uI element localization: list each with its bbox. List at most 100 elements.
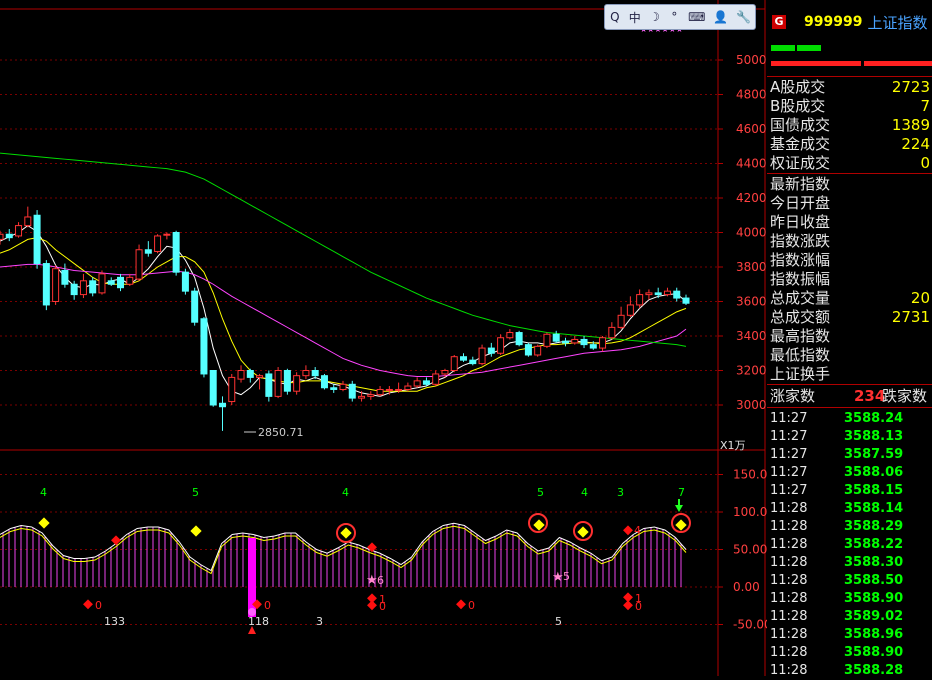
- candle-body: [24, 216, 32, 227]
- candle-body: [367, 394, 375, 397]
- moon-icon[interactable]: ☽: [649, 10, 661, 24]
- signal-diamond: [190, 525, 202, 537]
- row-value: 1389: [891, 116, 930, 134]
- candle-body: [302, 370, 310, 377]
- tick-row: 11:27 3588.15: [770, 482, 932, 500]
- row-value: 224: [901, 135, 930, 153]
- marker-label: 0: [635, 600, 642, 613]
- star-icon: ★: [552, 570, 564, 585]
- ind-tick-label: -50.00: [733, 618, 772, 632]
- y-tick-label: 4000: [736, 226, 767, 240]
- tick-row: 11:28 3588.50: [770, 572, 932, 590]
- tick-row: 11:28 3589.02: [770, 608, 932, 626]
- candle-body: [608, 326, 616, 339]
- signal-count: 5: [192, 486, 199, 499]
- tick-price: 3588.96: [844, 627, 904, 642]
- star-icon: ★: [366, 573, 378, 588]
- signal-count: 4: [40, 486, 47, 499]
- index-code: 999999: [804, 14, 863, 30]
- y-tick-label: 4400: [736, 157, 767, 171]
- tick-price: 3588.90: [844, 591, 904, 606]
- row-label: 总成交额: [770, 308, 831, 326]
- candle-body: [70, 283, 78, 296]
- g-badge[interactable]: G: [772, 15, 786, 29]
- index-row: 总成交额 2731: [770, 308, 932, 327]
- tick-price: 3588.24: [844, 411, 904, 426]
- marker-label: 0: [264, 599, 271, 612]
- keyboard-icon[interactable]: ⌨: [688, 10, 705, 24]
- indicator-panel: 150.00100.0050.000.00-50.004 5 4 5 4 3 7133 118…: [0, 25, 775, 634]
- candle-body: [626, 304, 634, 316]
- tick-price: 3588.22: [844, 537, 904, 552]
- candle-body: [89, 280, 97, 294]
- quote-panel: G 999999 上证指数 A股成交 2723 B股成交 7 国债成交 1389 基金成交 2…: [767, 10, 932, 678]
- candle-body: [144, 249, 152, 254]
- candle-body: [107, 280, 115, 285]
- tick-time: 11:28: [770, 573, 808, 588]
- pink-dot: [248, 608, 256, 616]
- unit-label: X1万: [720, 439, 746, 452]
- candle-body: [561, 340, 569, 344]
- candle-body: [126, 276, 134, 285]
- volume-row: 国债成交 1389: [770, 116, 932, 135]
- tick-time: 11:27: [770, 483, 808, 498]
- bottom-count: 5: [555, 615, 562, 628]
- y-tick-label: 3000: [736, 398, 767, 412]
- y-tick-label: 3200: [736, 364, 767, 378]
- volume-row: 基金成交 224: [770, 135, 932, 154]
- divider: [767, 384, 932, 385]
- candle-body: [432, 373, 440, 385]
- down-arrow-icon: [675, 505, 683, 512]
- y-tick-label: 3400: [736, 329, 767, 343]
- down-arrow-stem: [678, 499, 680, 505]
- y-tick-label: 4600: [736, 122, 767, 136]
- chart-toolbar: Q 中 ☽ ° ⌨ 👤 🔧: [604, 4, 756, 30]
- tick-price: 3589.02: [844, 609, 904, 624]
- query-button[interactable]: Q: [609, 10, 621, 24]
- row-label: 权证成交: [770, 154, 831, 172]
- candle-body: [348, 383, 356, 399]
- tick-row: 11:27 3588.13: [770, 428, 932, 446]
- y-tick-label: 5000: [736, 53, 767, 67]
- row-label: 国债成交: [770, 116, 831, 134]
- row-value: 20: [910, 289, 930, 307]
- candle-body: [358, 395, 366, 399]
- tick-price: 3588.90: [844, 645, 904, 660]
- signal-count: 4: [581, 486, 588, 499]
- user-icon[interactable]: 👤: [713, 10, 728, 24]
- candle-body: [15, 225, 23, 237]
- volume-row: A股成交 2723: [770, 78, 932, 97]
- candle-body: [265, 373, 273, 397]
- tick-price: 3588.13: [844, 429, 904, 444]
- ma-line-ma10: [0, 237, 687, 392]
- degree-icon[interactable]: °: [668, 10, 680, 24]
- candle-body: [283, 370, 291, 392]
- candle-body: [135, 249, 143, 280]
- candle-body: [52, 268, 60, 303]
- panel-header: G 999999 上证指数: [767, 10, 932, 34]
- up-count-label: 涨家数: [770, 387, 816, 405]
- candle-body: [376, 388, 384, 396]
- candle-body: [589, 344, 597, 349]
- red-marker: [456, 599, 466, 610]
- candle-body: [311, 370, 319, 377]
- bottom-count: 3: [316, 615, 323, 628]
- candle-body: [191, 290, 199, 323]
- row-label: 最低指数: [770, 346, 831, 364]
- ind-tick-label: 50.00: [733, 543, 767, 557]
- index-row: 指数涨跌: [770, 232, 932, 251]
- language-button[interactable]: 中: [629, 9, 641, 26]
- marker-label: 5: [563, 570, 570, 583]
- row-value: 2723: [891, 78, 930, 96]
- row-label: 总成交量: [770, 289, 831, 307]
- volume-row: B股成交 7: [770, 97, 932, 116]
- candle-body: [478, 347, 486, 365]
- marker-label: 0: [95, 599, 102, 612]
- tick-row: 11:27 3588.24: [770, 410, 932, 428]
- index-row: 总成交量 20: [770, 289, 932, 308]
- candle-body: [200, 318, 208, 375]
- y-tick-label: 4800: [736, 88, 767, 102]
- candle-body: [61, 269, 69, 285]
- wrench-icon[interactable]: 🔧: [736, 10, 751, 24]
- candle-body: [636, 294, 644, 306]
